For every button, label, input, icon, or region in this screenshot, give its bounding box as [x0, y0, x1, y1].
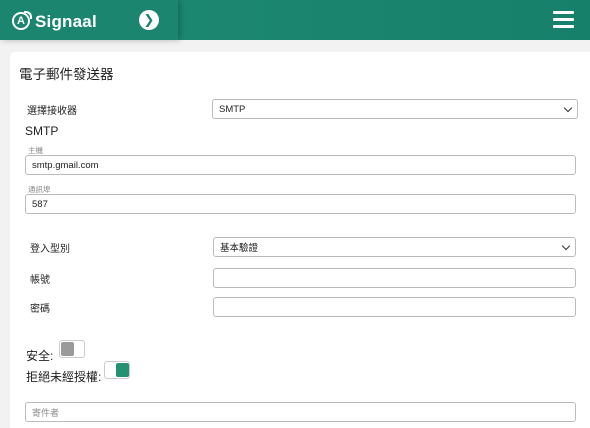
- reject-unauthorized-label: 拒絕未經授權:: [26, 370, 102, 384]
- hamburger-menu-icon[interactable]: [553, 11, 574, 29]
- secure-toggle[interactable]: [59, 340, 85, 358]
- port-input[interactable]: 587: [25, 194, 576, 214]
- chevron-down-icon: [561, 241, 571, 251]
- toggle-knob: [61, 342, 74, 356]
- account-label: 帳號: [30, 275, 50, 286]
- brand-name: Signaal: [35, 12, 97, 31]
- chevron-down-icon: [563, 103, 573, 113]
- receiver-label: 選擇接收器: [27, 106, 77, 117]
- smtp-section-title: SMTP: [25, 124, 59, 138]
- secure-label: 安全:: [26, 349, 54, 363]
- signaal-logo-icon: A: [12, 11, 32, 30]
- host-input[interactable]: smtp.gmail.com: [25, 155, 576, 175]
- sender-placeholder: 寄件者: [32, 407, 60, 418]
- top-bar: A Signaal ❯: [0, 0, 590, 40]
- sender-input[interactable]: 寄件者: [25, 402, 576, 422]
- account-input[interactable]: [213, 268, 576, 288]
- login-type-select[interactable]: 基本驗證: [213, 237, 576, 257]
- password-input[interactable]: [213, 297, 576, 317]
- password-label: 密碼: [30, 304, 50, 315]
- login-type-label: 登入型別: [30, 244, 70, 255]
- receiver-select[interactable]: SMTP: [212, 99, 578, 119]
- toggle-knob: [116, 363, 129, 377]
- page-title: 電子郵件發送器: [19, 67, 114, 82]
- host-input-value: smtp.gmail.com: [32, 159, 99, 171]
- receiver-select-value: SMTP: [219, 103, 246, 115]
- chevron-right-icon[interactable]: ❯: [139, 10, 159, 30]
- reject-unauthorized-toggle[interactable]: [104, 361, 130, 379]
- port-input-value: 587: [32, 198, 48, 210]
- login-type-select-value: 基本驗證: [220, 243, 259, 254]
